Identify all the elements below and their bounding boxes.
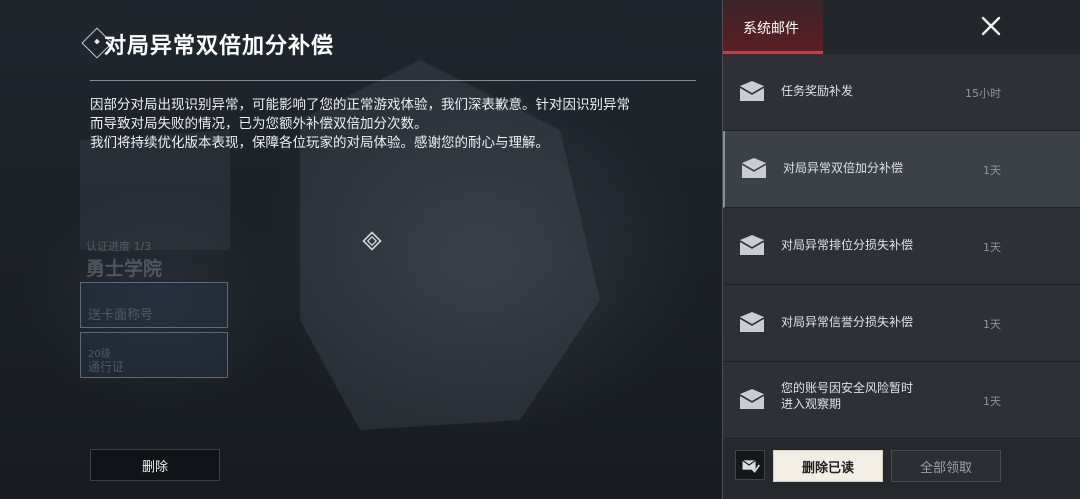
envelope-icon bbox=[739, 389, 765, 409]
mail-detail-body: 因部分对局出现识别异常，可能影响了您的正常游戏体验，我们深表歉意。针对因识别异常… bbox=[90, 96, 702, 153]
mail-age: 1天 bbox=[983, 241, 1001, 254]
mail-detail-title: 对局异常双倍加分补偿 bbox=[104, 34, 335, 59]
delete-read-button[interactable]: 删除已读 bbox=[773, 450, 883, 482]
mail-subject: 任务奖励补发 bbox=[781, 84, 854, 98]
close-icon[interactable] bbox=[979, 14, 1003, 38]
background-pass-label: 通行证 bbox=[88, 360, 125, 374]
envelope-check-icon bbox=[742, 459, 761, 473]
body-line: 而导致对局失败的情况，已为您额外补偿双倍加分次数。 bbox=[90, 116, 428, 132]
mail-age: 1天 bbox=[983, 318, 1001, 331]
delete-mail-button[interactable]: 删除 bbox=[90, 449, 220, 481]
mail-list: 任务奖励补发 15小时 对局异常双倍加分补偿 1天 对局异常排位分损失补偿 1天… bbox=[723, 54, 1080, 439]
body-line: 因部分对局出现识别异常，可能影响了您的正常游戏体验，我们深表歉意。针对因识别异常 bbox=[90, 97, 630, 113]
mail-age: 1天 bbox=[983, 395, 1001, 408]
mail-list-item-selected[interactable]: 对局异常双倍加分补偿 1天 bbox=[723, 131, 1080, 208]
mail-panel-footer: 删除已读 全部领取 bbox=[723, 440, 1080, 499]
mail-subject: 对局异常排位分损失补偿 bbox=[781, 238, 914, 252]
mail-age: 15小时 bbox=[965, 87, 1001, 100]
mail-panel-header: 系统邮件 bbox=[723, 0, 1080, 54]
envelope-icon bbox=[739, 312, 765, 332]
background-academy-progress: 认证进度 1/3 bbox=[86, 240, 152, 253]
body-line: 我们将持续优化版本表现，保障各位玩家的对局体验。感谢您的耐心与理解。 bbox=[90, 135, 549, 151]
mail-subject: 对局异常信誉分损失补偿 bbox=[781, 315, 914, 329]
diamond-emblem-icon bbox=[362, 231, 382, 251]
envelope-icon bbox=[739, 81, 765, 101]
title-divider bbox=[90, 80, 696, 81]
mail-detail-header: 对局异常双倍加分补偿 bbox=[78, 18, 698, 80]
mail-subject: 您的账号因安全风险暂时进入观察期 bbox=[781, 381, 914, 411]
claim-all-button[interactable]: 全部领取 bbox=[891, 450, 1001, 482]
background-academy-name: 勇士学院 bbox=[86, 258, 163, 280]
mail-list-item[interactable]: 任务奖励补发 15小时 bbox=[723, 54, 1080, 131]
mail-subject: 对局异常双倍加分补偿 bbox=[783, 161, 904, 175]
mail-list-item[interactable]: 您的账号因安全风险暂时进入观察期 1天 bbox=[723, 362, 1080, 439]
background-card-title: 送卡面称号 bbox=[88, 308, 154, 323]
system-mail-panel: 系统邮件 任务奖励补发 15小时 对局异常双倍加分补偿 1天 对局异常排位分损失… bbox=[722, 0, 1080, 499]
mail-list-item[interactable]: 对局异常信誉分损失补偿 1天 bbox=[723, 285, 1080, 362]
mail-list-item[interactable]: 对局异常排位分损失补偿 1天 bbox=[723, 208, 1080, 285]
mail-age: 1天 bbox=[983, 164, 1001, 177]
tab-system-mail-label: 系统邮件 bbox=[743, 21, 799, 37]
tab-system-mail[interactable]: 系统邮件 bbox=[723, 0, 823, 54]
mark-all-read-button[interactable] bbox=[735, 450, 765, 480]
envelope-icon bbox=[739, 235, 765, 255]
envelope-icon bbox=[741, 158, 767, 178]
